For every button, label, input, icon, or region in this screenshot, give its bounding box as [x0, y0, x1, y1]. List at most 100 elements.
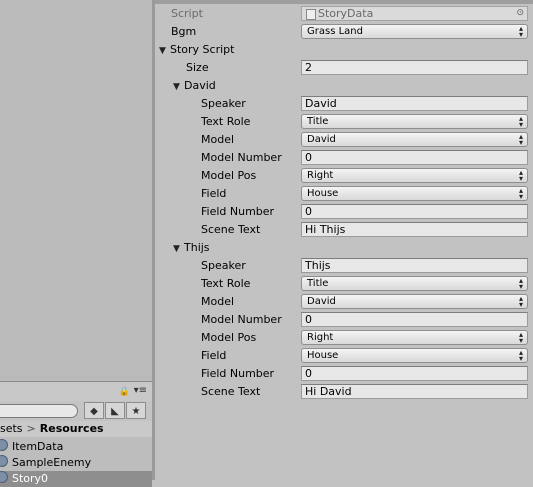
- size-row: Size 2: [155, 59, 533, 77]
- speaker-label: Speaker: [201, 97, 246, 110]
- asset-item[interactable]: SampleEnemy: [0, 455, 152, 471]
- asset-item-selected[interactable]: Story0: [0, 471, 152, 487]
- breadcrumb-resources[interactable]: Resources: [40, 422, 104, 435]
- scene-text-field[interactable]: Hi Thijs: [301, 222, 528, 237]
- scene-text-field[interactable]: Hi David: [301, 384, 528, 399]
- scene-text-label: Scene Text: [201, 385, 261, 398]
- text-role-value: Title: [307, 116, 329, 127]
- breadcrumb-separator: >: [26, 422, 36, 435]
- size-label: Size: [186, 61, 209, 74]
- model-pos-label: Model Pos: [201, 169, 257, 182]
- size-field[interactable]: 2: [301, 60, 528, 75]
- tag-icon[interactable]: ◣: [105, 402, 125, 419]
- element-foldout-thijs[interactable]: ▼ Thijs: [155, 239, 533, 257]
- lock-icon[interactable]: 🔒: [119, 387, 130, 397]
- field-value: House: [307, 188, 339, 199]
- dropdown-arrows-icon: ▴ ▾: [518, 114, 523, 129]
- model-number-label: Model Number: [201, 151, 282, 164]
- asset-name: Story0: [12, 472, 49, 485]
- speaker-field[interactable]: Thijs: [301, 258, 528, 273]
- field-number-row: Field Number 0: [155, 365, 533, 383]
- asset-item[interactable]: ItemData: [0, 439, 152, 455]
- field-number-row: Field Number 0: [155, 203, 533, 221]
- text-role-dropdown[interactable]: Title ▴ ▾: [301, 114, 528, 129]
- dropdown-arrows-icon: ▴ ▾: [518, 276, 523, 291]
- script-value: StoryData: [318, 7, 374, 20]
- text-role-value: Title: [307, 278, 329, 289]
- model-pos-dropdown[interactable]: Right ▴ ▾: [301, 168, 528, 183]
- field-dropdown[interactable]: House ▴ ▾: [301, 186, 528, 201]
- field-row: Field House ▴ ▾: [155, 185, 533, 203]
- asset-name: ItemData: [12, 440, 64, 453]
- element-foldout-david[interactable]: ▼ David: [155, 77, 533, 95]
- dropdown-arrows-icon: ▴ ▾: [518, 186, 523, 201]
- speaker-row: Speaker David: [155, 95, 533, 113]
- field-row: Field House ▴ ▾: [155, 347, 533, 365]
- script-label: Script: [171, 7, 203, 20]
- script-file-icon: [306, 9, 316, 20]
- model-label: Model: [201, 295, 235, 308]
- field-dropdown[interactable]: House ▴ ▾: [301, 348, 528, 363]
- field-number-label: Field Number: [201, 205, 275, 218]
- field-number-field[interactable]: 0: [301, 366, 528, 381]
- object-picker-icon[interactable]: ⊙: [516, 7, 524, 20]
- foldout-expanded-icon[interactable]: ▼: [159, 46, 170, 56]
- foldout-expanded-icon[interactable]: ▼: [173, 82, 184, 92]
- element-header: ▼ David: [173, 79, 216, 92]
- menu-icon[interactable]: ▾≡: [134, 385, 147, 396]
- script-field[interactable]: StoryData ⊙: [301, 6, 528, 21]
- model-number-field[interactable]: 0: [301, 150, 528, 165]
- project-toolbar: ◆ ◣ ★: [0, 401, 152, 422]
- scene-type-icon[interactable]: ◆: [84, 402, 104, 419]
- inspector-panel: Script StoryData ⊙ Bgm Grass Land ▴ ▾ ▼ St…: [155, 0, 533, 480]
- text-role-label: Text Role: [201, 277, 251, 290]
- model-dropdown[interactable]: David ▴ ▾: [301, 132, 528, 147]
- dropdown-arrows-icon: ▴ ▾: [518, 348, 523, 363]
- bgm-dropdown[interactable]: Grass Land ▴ ▾: [301, 24, 528, 39]
- bgm-value: Grass Land: [307, 26, 363, 37]
- model-row: Model David ▴ ▾: [155, 293, 533, 311]
- field-number-field[interactable]: 0: [301, 204, 528, 219]
- inspector-top-border: [155, 0, 533, 4]
- scriptable-object-icon: [0, 471, 8, 483]
- dropdown-arrows-icon: ▴ ▾: [518, 168, 523, 183]
- breadcrumb-assets[interactable]: sets: [0, 422, 23, 435]
- story-script-foldout[interactable]: ▼ Story Script: [155, 41, 533, 59]
- breadcrumb: sets > Resources: [0, 421, 152, 437]
- model-pos-row: Model Pos Right ▴ ▾: [155, 167, 533, 185]
- model-number-field[interactable]: 0: [301, 312, 528, 327]
- dropdown-arrows-icon: ▴ ▾: [518, 294, 523, 309]
- text-role-dropdown[interactable]: Title ▴ ▾: [301, 276, 528, 291]
- scene-text-label: Scene Text: [201, 223, 261, 236]
- element-name: Thijs: [184, 241, 210, 254]
- speaker-field[interactable]: David: [301, 96, 528, 111]
- dropdown-arrows-icon: ▴ ▾: [518, 24, 523, 39]
- scriptable-object-icon: [0, 439, 8, 451]
- model-number-label: Model Number: [201, 313, 282, 326]
- speaker-label: Speaker: [201, 259, 246, 272]
- scene-text-row: Scene Text Hi David: [155, 383, 533, 401]
- model-value: David: [307, 134, 336, 145]
- model-row: Model David ▴ ▾: [155, 131, 533, 149]
- search-input[interactable]: [0, 404, 78, 418]
- model-pos-row: Model Pos Right ▴ ▾: [155, 329, 533, 347]
- field-value: House: [307, 350, 339, 361]
- foldout-expanded-icon[interactable]: ▼: [173, 244, 184, 254]
- project-panel-header: 🔒 ▾≡: [0, 381, 152, 403]
- story-script-label: Story Script: [170, 43, 235, 56]
- star-icon[interactable]: ★: [126, 402, 146, 419]
- dropdown-arrows-icon: ▴ ▾: [518, 132, 523, 147]
- element-header: ▼ Thijs: [173, 241, 210, 254]
- field-label: Field: [201, 349, 227, 362]
- speaker-row: Speaker Thijs: [155, 257, 533, 275]
- text-role-row: Text Role Title ▴ ▾: [155, 275, 533, 293]
- model-pos-value: Right: [307, 332, 334, 343]
- model-pos-label: Model Pos: [201, 331, 257, 344]
- text-role-row: Text Role Title ▴ ▾: [155, 113, 533, 131]
- model-label: Model: [201, 133, 235, 146]
- model-dropdown[interactable]: David ▴ ▾: [301, 294, 528, 309]
- model-pos-dropdown[interactable]: Right ▴ ▾: [301, 330, 528, 345]
- model-value: David: [307, 296, 336, 307]
- hierarchy-panel[interactable]: [0, 0, 153, 381]
- bgm-row: Bgm Grass Land ▴ ▾: [155, 23, 533, 41]
